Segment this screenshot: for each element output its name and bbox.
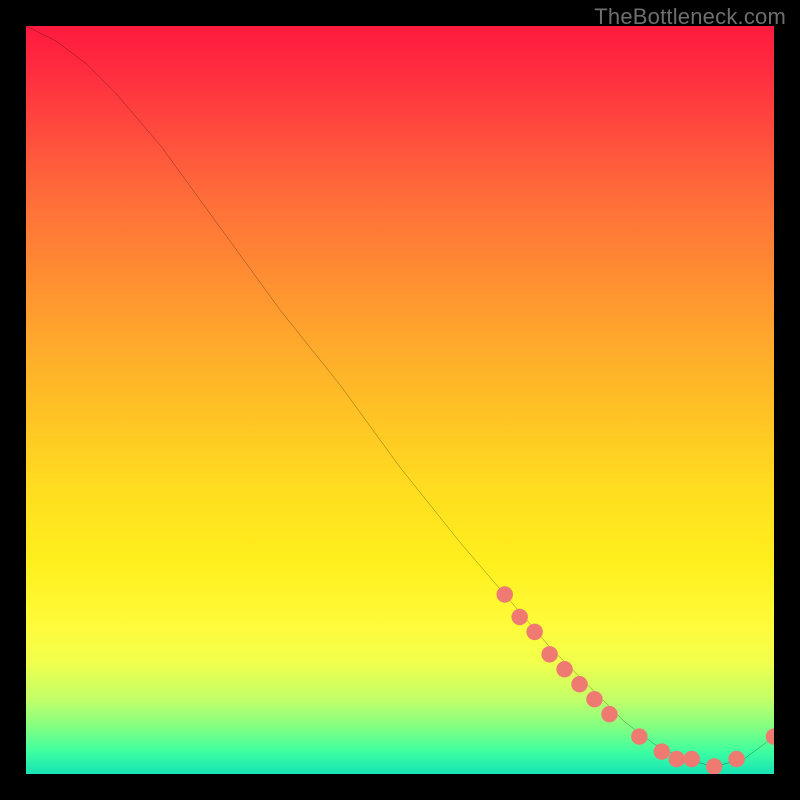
gradient-plot-area xyxy=(26,26,774,774)
curve-marker xyxy=(601,706,617,722)
curve-marker xyxy=(683,751,699,767)
curve-marker xyxy=(631,728,647,744)
watermark-label: TheBottleneck.com xyxy=(594,4,786,30)
curve-marker xyxy=(669,751,685,767)
curve-marker xyxy=(728,751,744,767)
curve-marker xyxy=(571,676,587,692)
curve-marker xyxy=(706,758,722,774)
curve-marker xyxy=(496,586,512,602)
chart-frame: TheBottleneck.com xyxy=(0,0,800,800)
curve-marker xyxy=(556,661,572,677)
curve-marker xyxy=(511,609,527,625)
curve-marker xyxy=(541,646,557,662)
curve-markers xyxy=(496,586,774,774)
curve-marker xyxy=(766,728,774,744)
bottleneck-curve xyxy=(26,26,774,767)
curve-marker xyxy=(526,624,542,640)
curve-marker xyxy=(586,691,602,707)
curve-layer xyxy=(26,26,774,774)
curve-marker xyxy=(654,743,670,759)
